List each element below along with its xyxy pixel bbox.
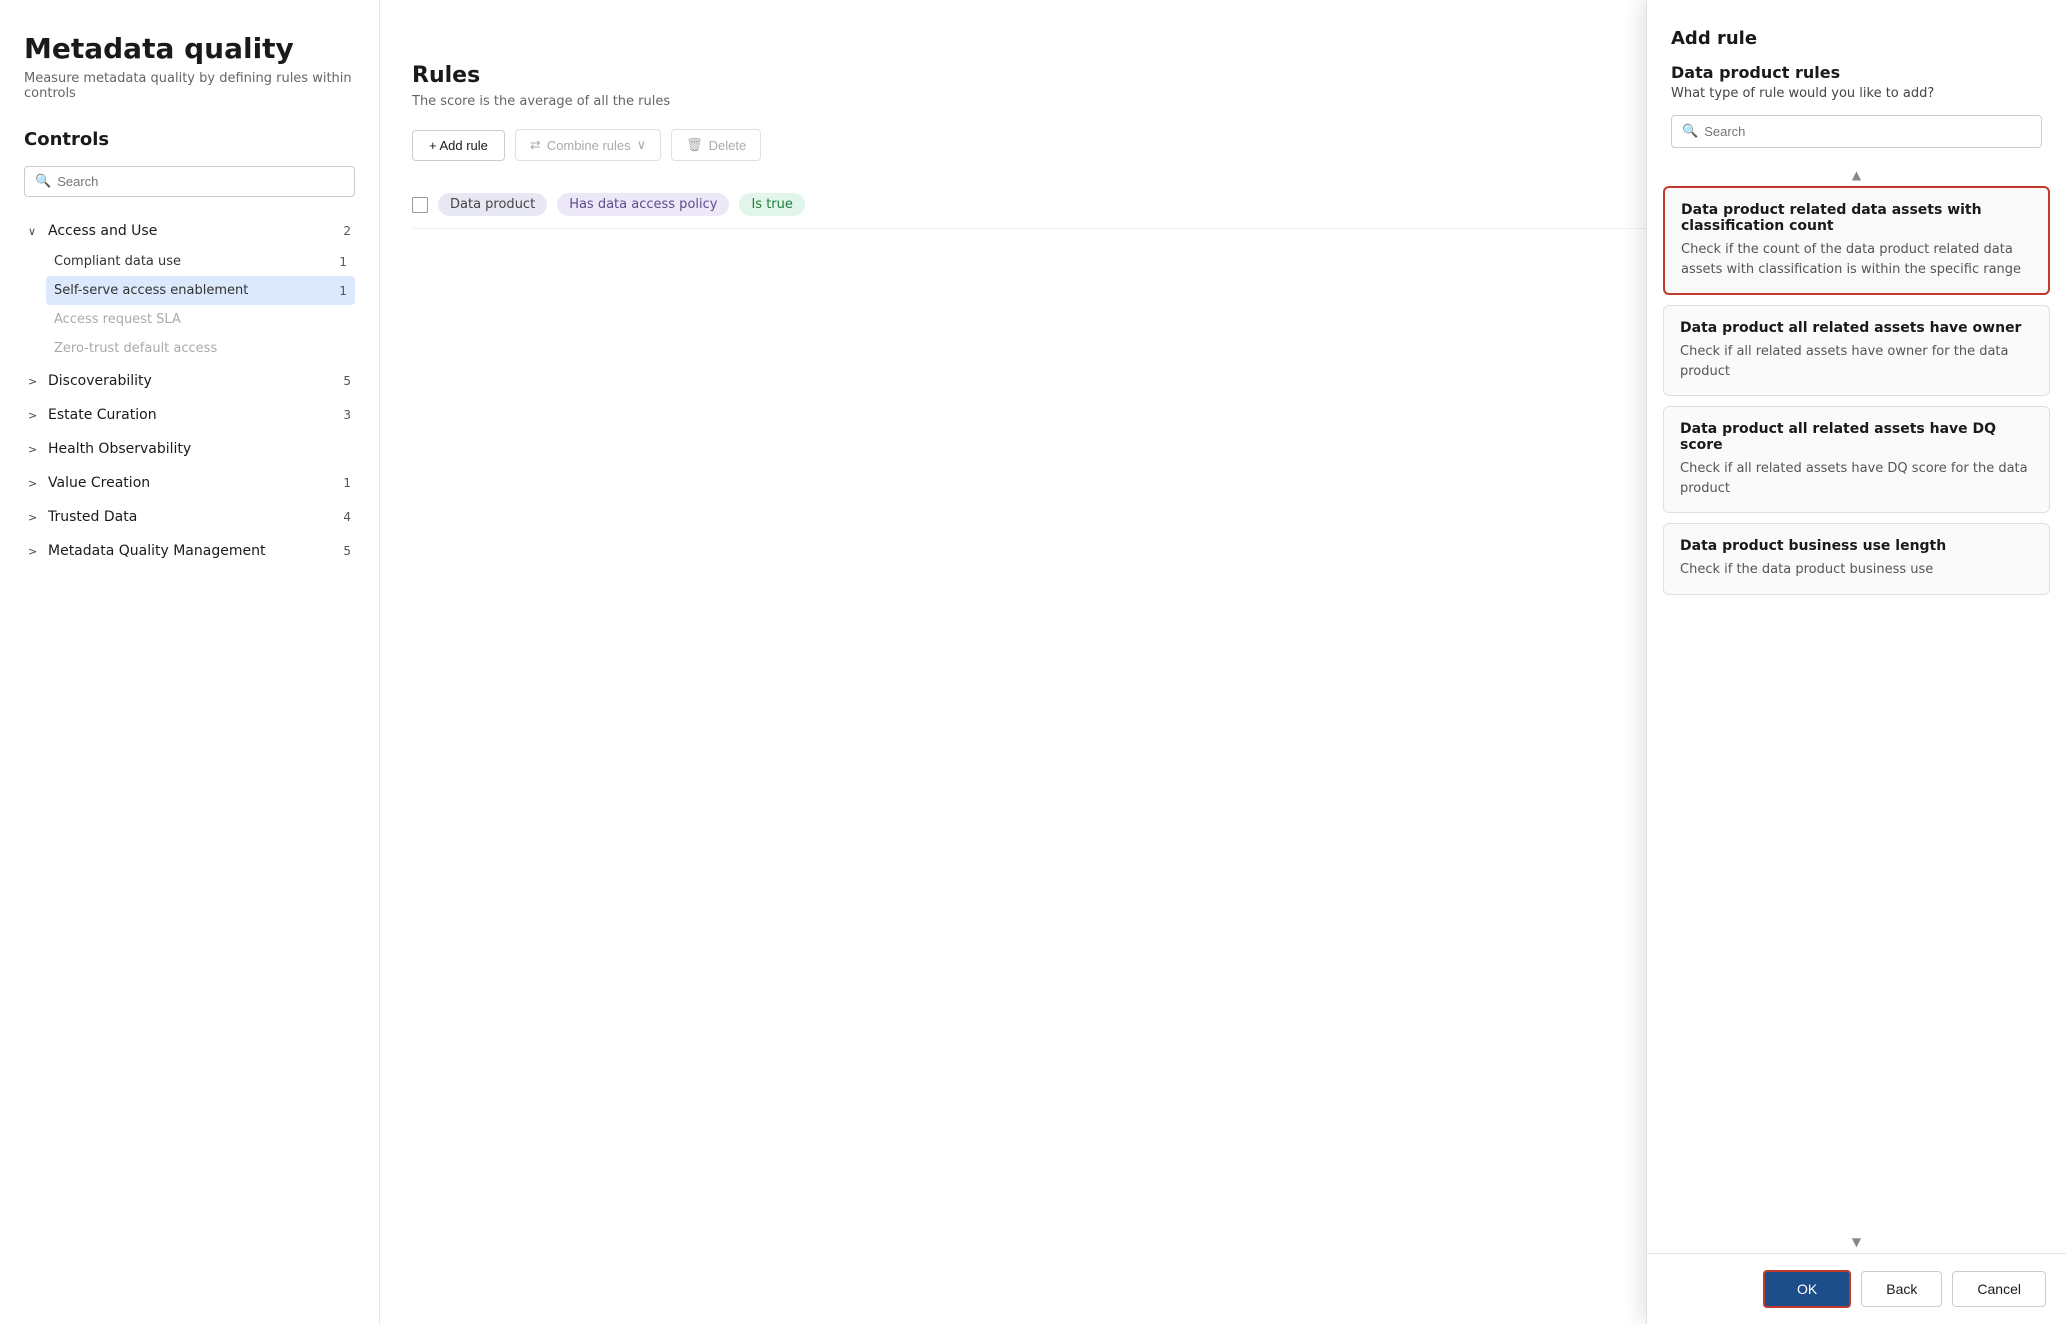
nav-badge-trusted: 4 <box>343 510 351 524</box>
panel-footer: OK Back Cancel <box>1647 1253 2066 1324</box>
chevron-right-icon: > <box>28 511 42 524</box>
combine-rules-button[interactable]: ⇄ Combine rules ∨ <box>515 129 661 161</box>
tag-has-data-access-policy: Has data access policy <box>557 193 729 216</box>
nav-section-header-access-and-use[interactable]: ∨ Access and Use 2 <box>24 215 355 247</box>
nav-section-header-value[interactable]: > Value Creation 1 <box>24 467 355 499</box>
nav-item-label: Access request SLA <box>54 312 181 327</box>
nav-badge-value: 1 <box>343 476 351 490</box>
rule-checkbox[interactable] <box>412 197 428 213</box>
search-icon: 🔍 <box>1682 124 1698 139</box>
nav-section-discoverability: > Discoverability 5 <box>24 365 355 397</box>
combine-rules-chevron-icon: ∨ <box>637 137 647 153</box>
nav-section-header-estate[interactable]: > Estate Curation 3 <box>24 399 355 431</box>
nav-badge-discoverability: 5 <box>343 374 351 388</box>
chevron-right-icon: > <box>28 443 42 456</box>
nav-section-access-and-use: ∨ Access and Use 2 Compliant data use 1 … <box>24 215 355 363</box>
nav-item-label: Zero-trust default access <box>54 341 217 356</box>
nav-section-label-value: Value Creation <box>48 475 150 491</box>
combine-rules-icon: ⇄ <box>530 137 541 153</box>
nav-section-header-metadata[interactable]: > Metadata Quality Management 5 <box>24 535 355 567</box>
chevron-right-icon: > <box>28 375 42 388</box>
search-icon: 🔍 <box>35 174 51 189</box>
delete-label: Delete <box>709 138 747 153</box>
rule-card-desc: Check if the data product business use <box>1680 560 2033 580</box>
rule-card-title: Data product all related assets have own… <box>1680 320 2033 336</box>
add-rule-button[interactable]: + Add rule <box>412 130 505 161</box>
scroll-down-icon[interactable]: ▼ <box>1659 1231 2054 1253</box>
nav-item-label: Compliant data use <box>54 254 181 269</box>
nav-section-value-creation: > Value Creation 1 <box>24 467 355 499</box>
panel-header: Add rule Data product rules What type of… <box>1647 0 2066 164</box>
nav-badge-metadata: 5 <box>343 544 351 558</box>
nav-section-label-estate: Estate Curation <box>48 407 157 423</box>
panel-search-box[interactable]: 🔍 <box>1671 115 2042 148</box>
nav-badge-access: 2 <box>343 224 351 238</box>
rule-card-desc: Check if all related assets have owner f… <box>1680 342 2033 381</box>
add-rule-panel: Add rule Data product rules What type of… <box>1646 0 2066 1324</box>
chevron-down-icon: ∨ <box>28 225 42 238</box>
nav-section-header-discoverability[interactable]: > Discoverability 5 <box>24 365 355 397</box>
page-subtitle: Measure metadata quality by defining rul… <box>24 71 355 101</box>
delete-icon: 🗑 <box>686 137 703 153</box>
nav-children-access: Compliant data use 1 Self-serve access e… <box>24 247 355 363</box>
controls-search-box[interactable]: 🔍 <box>24 166 355 197</box>
nav-badge: 1 <box>339 284 347 298</box>
nav-section-header-trusted[interactable]: > Trusted Data 4 <box>24 501 355 533</box>
nav-item-access-request-sla: Access request SLA <box>46 305 355 334</box>
nav-section-label-access: Access and Use <box>48 223 157 239</box>
tag-is-true: Is true <box>739 193 804 216</box>
chevron-right-icon: > <box>28 477 42 490</box>
rule-card-title: Data product all related assets have DQ … <box>1680 421 2033 453</box>
panel-title: Add rule <box>1671 28 2042 49</box>
nav-section-metadata-quality: > Metadata Quality Management 5 <box>24 535 355 567</box>
panel-question: What type of rule would you like to add? <box>1671 86 2042 101</box>
rule-card-title: Data product related data assets with cl… <box>1681 202 2032 234</box>
nav-section-label-trusted: Trusted Data <box>48 509 137 525</box>
nav-section-label-health: Health Observability <box>48 441 191 457</box>
scroll-up-icon[interactable]: ▲ <box>1659 164 2054 186</box>
nav-section-header-health[interactable]: > Health Observability <box>24 433 355 465</box>
nav-badge: 1 <box>339 255 347 269</box>
tag-data-product: Data product <box>438 193 547 216</box>
controls-search-input[interactable] <box>57 174 344 189</box>
combine-rules-label: Combine rules <box>547 138 631 153</box>
controls-heading: Controls <box>24 129 355 150</box>
rule-card-desc: Check if the count of the data product r… <box>1681 240 2032 279</box>
rule-card-title: Data product business use length <box>1680 538 2033 554</box>
chevron-right-icon: > <box>28 409 42 422</box>
panel-scroll-area: ▲ Data product related data assets with … <box>1647 164 2066 1253</box>
nav-item-label: Self-serve access enablement <box>54 283 248 298</box>
rule-cards-list: Data product related data assets with cl… <box>1659 186 2054 1231</box>
back-button[interactable]: Back <box>1861 1271 1942 1307</box>
panel-search-input[interactable] <box>1704 124 2031 139</box>
panel-subtitle: Data product rules <box>1671 63 2042 82</box>
left-panel: Metadata quality Measure metadata qualit… <box>0 0 380 1324</box>
nav-section-label-metadata: Metadata Quality Management <box>48 543 265 559</box>
ok-button[interactable]: OK <box>1763 1270 1851 1308</box>
page-title: Metadata quality <box>24 32 355 65</box>
nav-section-estate-curation: > Estate Curation 3 <box>24 399 355 431</box>
delete-button[interactable]: 🗑 Delete <box>671 129 761 161</box>
cancel-button[interactable]: Cancel <box>1952 1271 2046 1307</box>
add-rule-label: + Add rule <box>429 138 488 153</box>
nav-item-compliant-data-use[interactable]: Compliant data use 1 <box>46 247 355 276</box>
nav-section-label-discoverability: Discoverability <box>48 373 152 389</box>
rule-card-classification-count[interactable]: Data product related data assets with cl… <box>1663 186 2050 295</box>
chevron-right-icon: > <box>28 545 42 558</box>
rule-card-business-use-length[interactable]: Data product business use length Check i… <box>1663 523 2050 595</box>
nav-section-trusted-data: > Trusted Data 4 <box>24 501 355 533</box>
rule-card-all-assets-dq[interactable]: Data product all related assets have DQ … <box>1663 406 2050 513</box>
nav-item-self-serve[interactable]: Self-serve access enablement 1 <box>46 276 355 305</box>
rule-card-desc: Check if all related assets have DQ scor… <box>1680 459 2033 498</box>
nav-item-zero-trust: Zero-trust default access <box>46 334 355 363</box>
nav-section-health: > Health Observability <box>24 433 355 465</box>
rule-card-all-assets-owner[interactable]: Data product all related assets have own… <box>1663 305 2050 396</box>
nav-badge-estate: 3 <box>343 408 351 422</box>
